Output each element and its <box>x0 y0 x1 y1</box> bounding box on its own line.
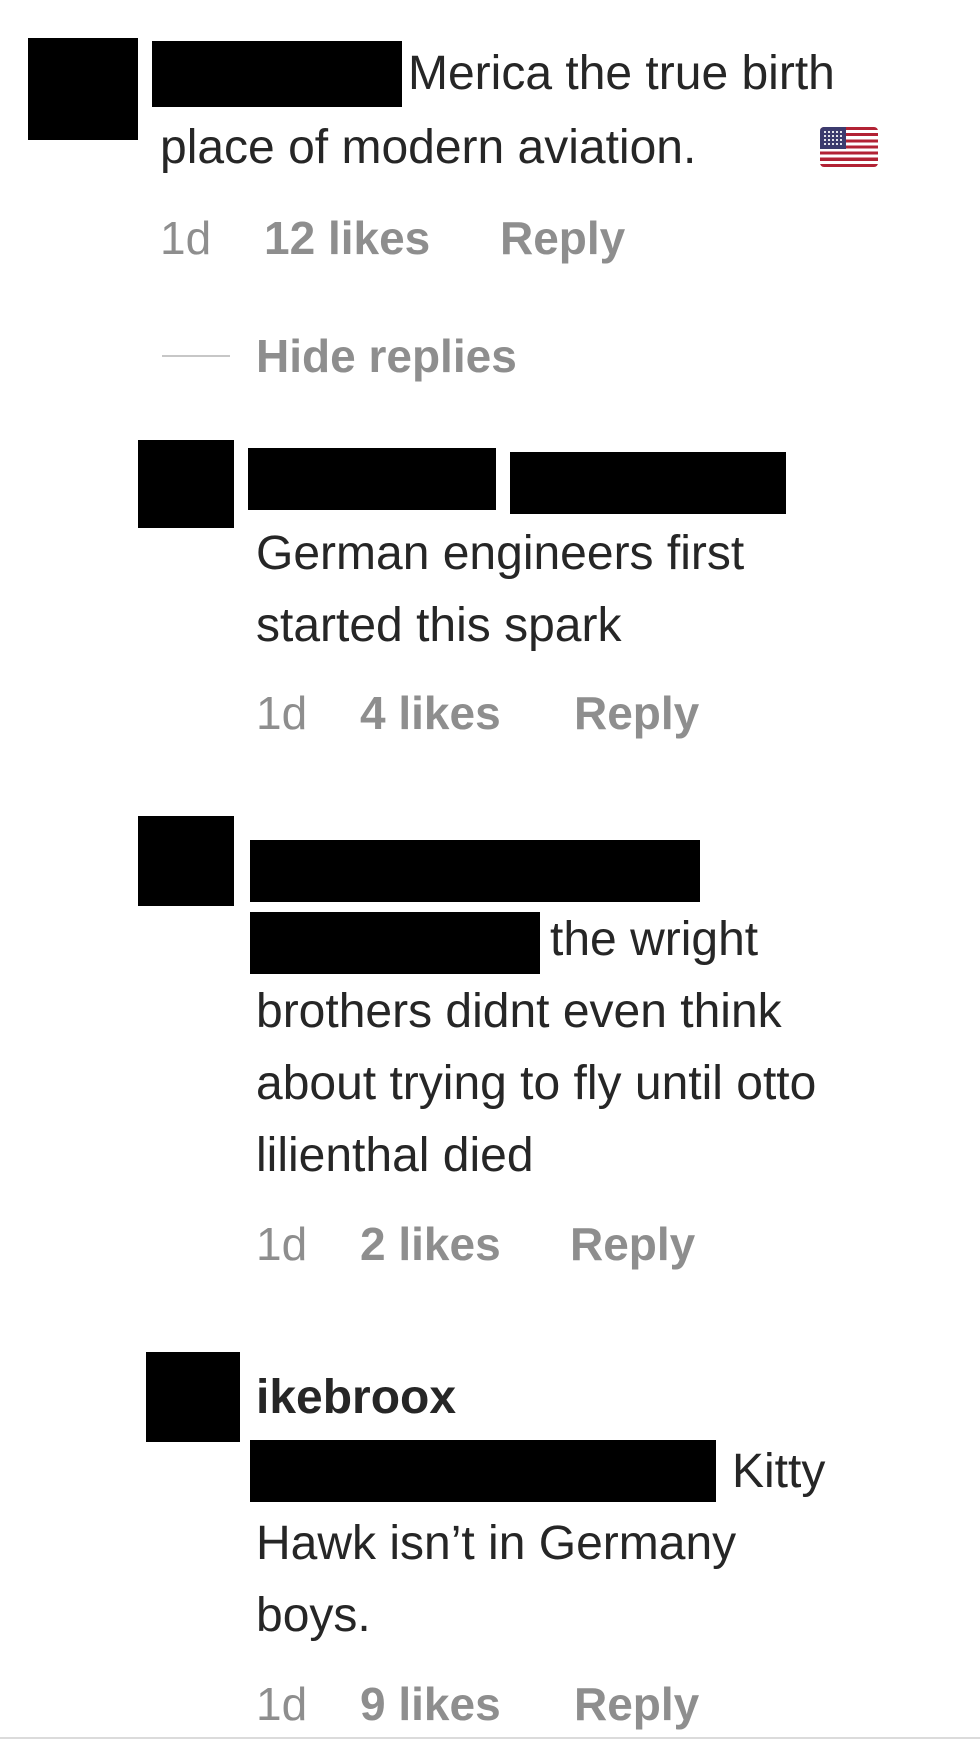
reply-3-time: 1d <box>256 1678 308 1730</box>
reply-2-text-line-2: brothers didnt even think <box>256 985 782 1038</box>
redacted-mention <box>250 1440 716 1502</box>
reply-3-text-line-1: Kitty <box>732 1445 826 1498</box>
comment-likes[interactable]: 12 likes <box>264 208 430 268</box>
reply-1-reply-button[interactable]: Reply <box>574 683 699 743</box>
avatar[interactable] <box>138 816 234 906</box>
reply-1-text-line-1: German engineers first <box>256 527 745 580</box>
hide-replies-divider <box>162 355 230 357</box>
reply-2-text-line-4: lilienthal died <box>256 1129 534 1182</box>
reply-2-text-line-3: about trying to fly until otto <box>256 1057 817 1110</box>
reply-3-text-line-3: boys. <box>256 1589 371 1642</box>
avatar[interactable] <box>138 440 234 528</box>
comment-text-line-2: place of modern aviation. <box>160 121 697 174</box>
us-flag-icon <box>820 127 878 167</box>
reply-2-time: 1d <box>256 1218 308 1270</box>
hide-replies-button[interactable]: Hide replies <box>256 326 517 386</box>
avatar[interactable] <box>146 1352 240 1442</box>
reply-1-time: 1d <box>256 687 308 739</box>
reply-3-reply-button[interactable]: Reply <box>574 1674 699 1734</box>
reply-1-likes[interactable]: 4 likes <box>360 683 501 743</box>
reply-3-likes[interactable]: 9 likes <box>360 1674 501 1734</box>
reply-3-username[interactable]: ikebroox <box>256 1368 456 1428</box>
comment-text-line-1: Merica the true birth <box>408 47 835 100</box>
reply-2-text-line-1: the wright <box>550 913 759 966</box>
comment-reply-button[interactable]: Reply <box>500 208 625 268</box>
redacted-username <box>248 448 496 510</box>
redacted-username <box>152 41 402 107</box>
reply-3-text-line-2: Hawk isn’t in Germany <box>256 1517 737 1570</box>
comment-time: 1d <box>160 212 212 264</box>
redacted-mention <box>250 912 540 974</box>
redacted-mention <box>510 452 786 514</box>
reply-1-text-line-2: started this spark <box>256 599 622 652</box>
avatar[interactable] <box>28 38 138 140</box>
reply-2-reply-button[interactable]: Reply <box>570 1214 695 1274</box>
redacted-username <box>250 840 700 902</box>
reply-2-likes[interactable]: 2 likes <box>360 1214 501 1274</box>
